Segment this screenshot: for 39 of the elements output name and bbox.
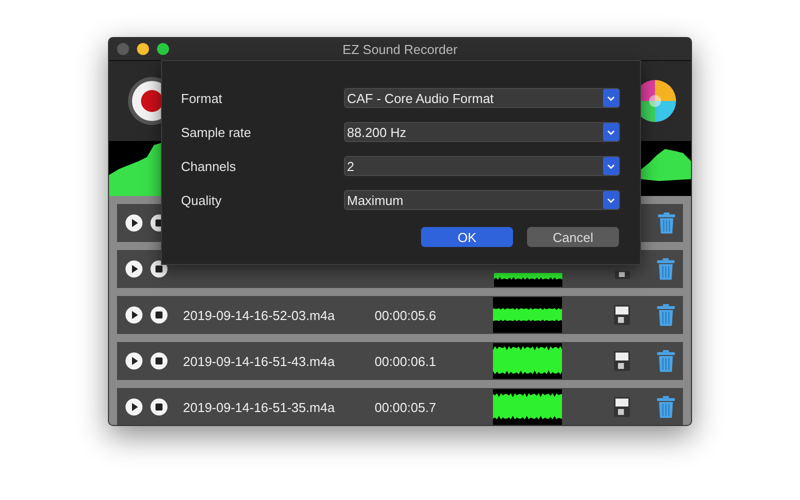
recording-row[interactable]: 2019-09-14-16-51-43.m4a 00:00:06.1 [117, 342, 683, 380]
trash-icon[interactable] [657, 258, 675, 280]
dropdown[interactable]: 88.200 Hz [344, 122, 620, 142]
setting-label: Sample rate [181, 124, 252, 140]
duration: 00:00:05.7 [374, 400, 438, 414]
setting-label: Quality [181, 192, 222, 208]
trash-icon[interactable] [657, 396, 675, 418]
recording-row[interactable]: 2019-09-14-16-52-03.m4a 00:00:05.6 [117, 296, 683, 334]
dropdown[interactable]: CAF - Core Audio Format [344, 88, 620, 108]
dropdown[interactable]: 2 [344, 156, 620, 176]
file-name: 2019-09-14-16-52-03.m4a [183, 308, 336, 322]
window-title: EZ Sound Recorder [342, 42, 458, 56]
duration: 00:00:06.1 [374, 354, 438, 368]
play-button[interactable] [125, 306, 143, 324]
stop-button[interactable] [150, 352, 168, 370]
zoom-button[interactable] [157, 43, 169, 55]
stop-button[interactable] [150, 398, 168, 416]
chevron-icon [603, 89, 619, 107]
chevron-icon [603, 157, 619, 175]
play-button[interactable] [125, 398, 143, 416]
chevron-icon [603, 191, 619, 209]
stop-button[interactable] [150, 306, 168, 324]
setting-label: Channels [181, 158, 237, 174]
file-name: 2019-09-14-16-51-35.m4a [183, 400, 336, 414]
chevron-icon [603, 123, 619, 141]
ok-button[interactable]: OK [421, 227, 513, 247]
recording-row[interactable]: 2019-09-14-16-51-35.m4a 00:00:05.7 [117, 388, 683, 425]
trash-icon[interactable] [658, 212, 675, 234]
duration: 00:00:05.6 [374, 308, 438, 322]
trash-icon[interactable] [657, 350, 675, 372]
file-name: 2019-09-14-16-51-43.m4a [183, 354, 336, 368]
play-button[interactable] [125, 260, 143, 278]
setting-label: Format [181, 90, 224, 106]
dropdown[interactable]: Maximum [344, 190, 620, 210]
trash-icon[interactable] [657, 304, 675, 326]
minimize-button[interactable] [137, 43, 149, 55]
cancel-button[interactable]: Cancel [527, 227, 619, 247]
play-button[interactable] [125, 214, 143, 232]
play-button[interactable] [125, 352, 143, 370]
